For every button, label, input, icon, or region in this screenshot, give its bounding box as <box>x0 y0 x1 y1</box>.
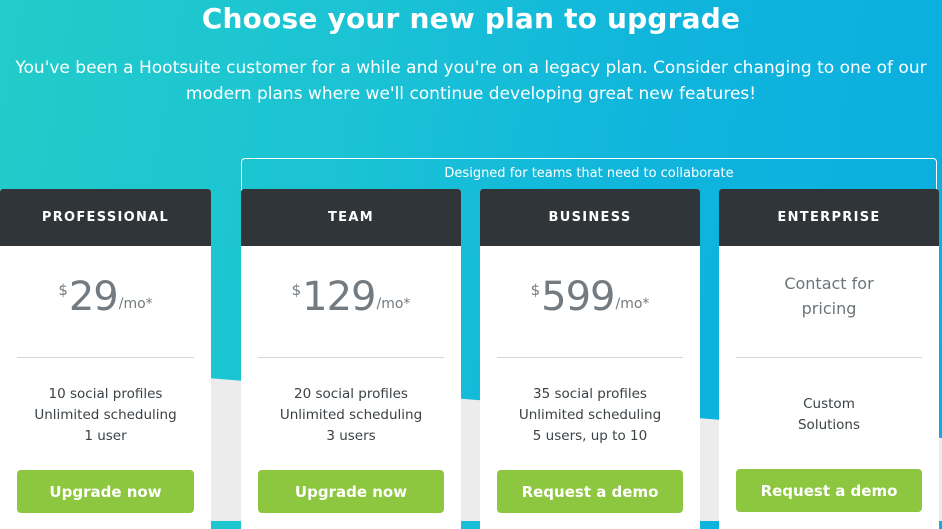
plan-features: Custom Solutions <box>719 394 939 436</box>
plan-card-professional: PROFESSIONAL $ 29 /mo* 10 social profile… <box>0 189 211 529</box>
feature-item: Solutions <box>797 417 861 433</box>
subtitle-line: You've been a Hootsuite customer for a w… <box>15 58 927 78</box>
subtitle-line: modern plans where we'll continue develo… <box>185 84 757 104</box>
collaboration-banner-label: Designed for teams that need to collabor… <box>444 166 734 181</box>
price-currency: $ <box>530 281 541 299</box>
divider <box>17 357 194 358</box>
plan-price: $ 129 /mo* <box>241 246 461 356</box>
price-currency: $ <box>291 281 302 299</box>
page-subtitle: You've been a Hootsuite customer for a w… <box>0 55 942 107</box>
contact-for-pricing: Contact for pricing <box>784 271 873 321</box>
price-currency: $ <box>58 281 68 299</box>
contact-line: Contact for <box>784 274 874 293</box>
plan-card-business: BUSINESS $ 599 /mo* 35 social profiles U… <box>480 189 700 529</box>
plan-name: BUSINESS <box>480 189 700 246</box>
page-title: Choose your new plan to upgrade <box>201 2 741 35</box>
feature-item: 20 social profiles <box>294 386 408 402</box>
price-amount: 599 <box>541 274 615 320</box>
request-demo-button[interactable]: Request a demo <box>497 470 683 513</box>
request-demo-button[interactable]: Request a demo <box>736 469 922 512</box>
contact-line: pricing <box>801 299 857 318</box>
plan-card-team: TEAM $ 129 /mo* 20 social profiles Unlim… <box>241 189 461 529</box>
plan-price: $ 599 /mo* <box>480 246 700 356</box>
plan-name: PROFESSIONAL <box>0 189 211 246</box>
feature-item: 3 users <box>326 428 376 444</box>
plan-price: $ 29 /mo* <box>0 246 211 356</box>
upgrade-now-button[interactable]: Upgrade now <box>17 470 194 513</box>
feature-item: Unlimited scheduling <box>518 407 662 423</box>
price-period: /mo* <box>376 296 411 312</box>
divider <box>258 357 444 358</box>
feature-item: Unlimited scheduling <box>279 407 423 423</box>
plan-name: ENTERPRISE <box>719 189 939 246</box>
plan-price: Contact for pricing <box>719 246 939 356</box>
plan-features: 20 social profiles Unlimited scheduling … <box>241 384 461 447</box>
price-amount: 129 <box>302 274 376 320</box>
feature-item: Unlimited scheduling <box>34 407 177 423</box>
feature-item: 1 user <box>84 428 127 444</box>
plan-features: 10 social profiles Unlimited scheduling … <box>0 384 211 447</box>
plan-name: TEAM <box>241 189 461 246</box>
feature-item: Custom <box>803 396 855 412</box>
price-amount: 29 <box>68 274 119 320</box>
price-period: /mo* <box>615 296 650 312</box>
price-period: /mo* <box>118 296 153 312</box>
divider <box>497 357 683 358</box>
feature-item: 10 social profiles <box>48 386 163 402</box>
upgrade-now-button[interactable]: Upgrade now <box>258 470 444 513</box>
plan-features: 35 social profiles Unlimited scheduling … <box>480 384 700 447</box>
feature-item: 35 social profiles <box>533 386 647 402</box>
divider <box>736 357 922 358</box>
feature-item: 5 users, up to 10 <box>532 428 648 444</box>
plan-card-enterprise: ENTERPRISE Contact for pricing Custom So… <box>719 189 939 529</box>
